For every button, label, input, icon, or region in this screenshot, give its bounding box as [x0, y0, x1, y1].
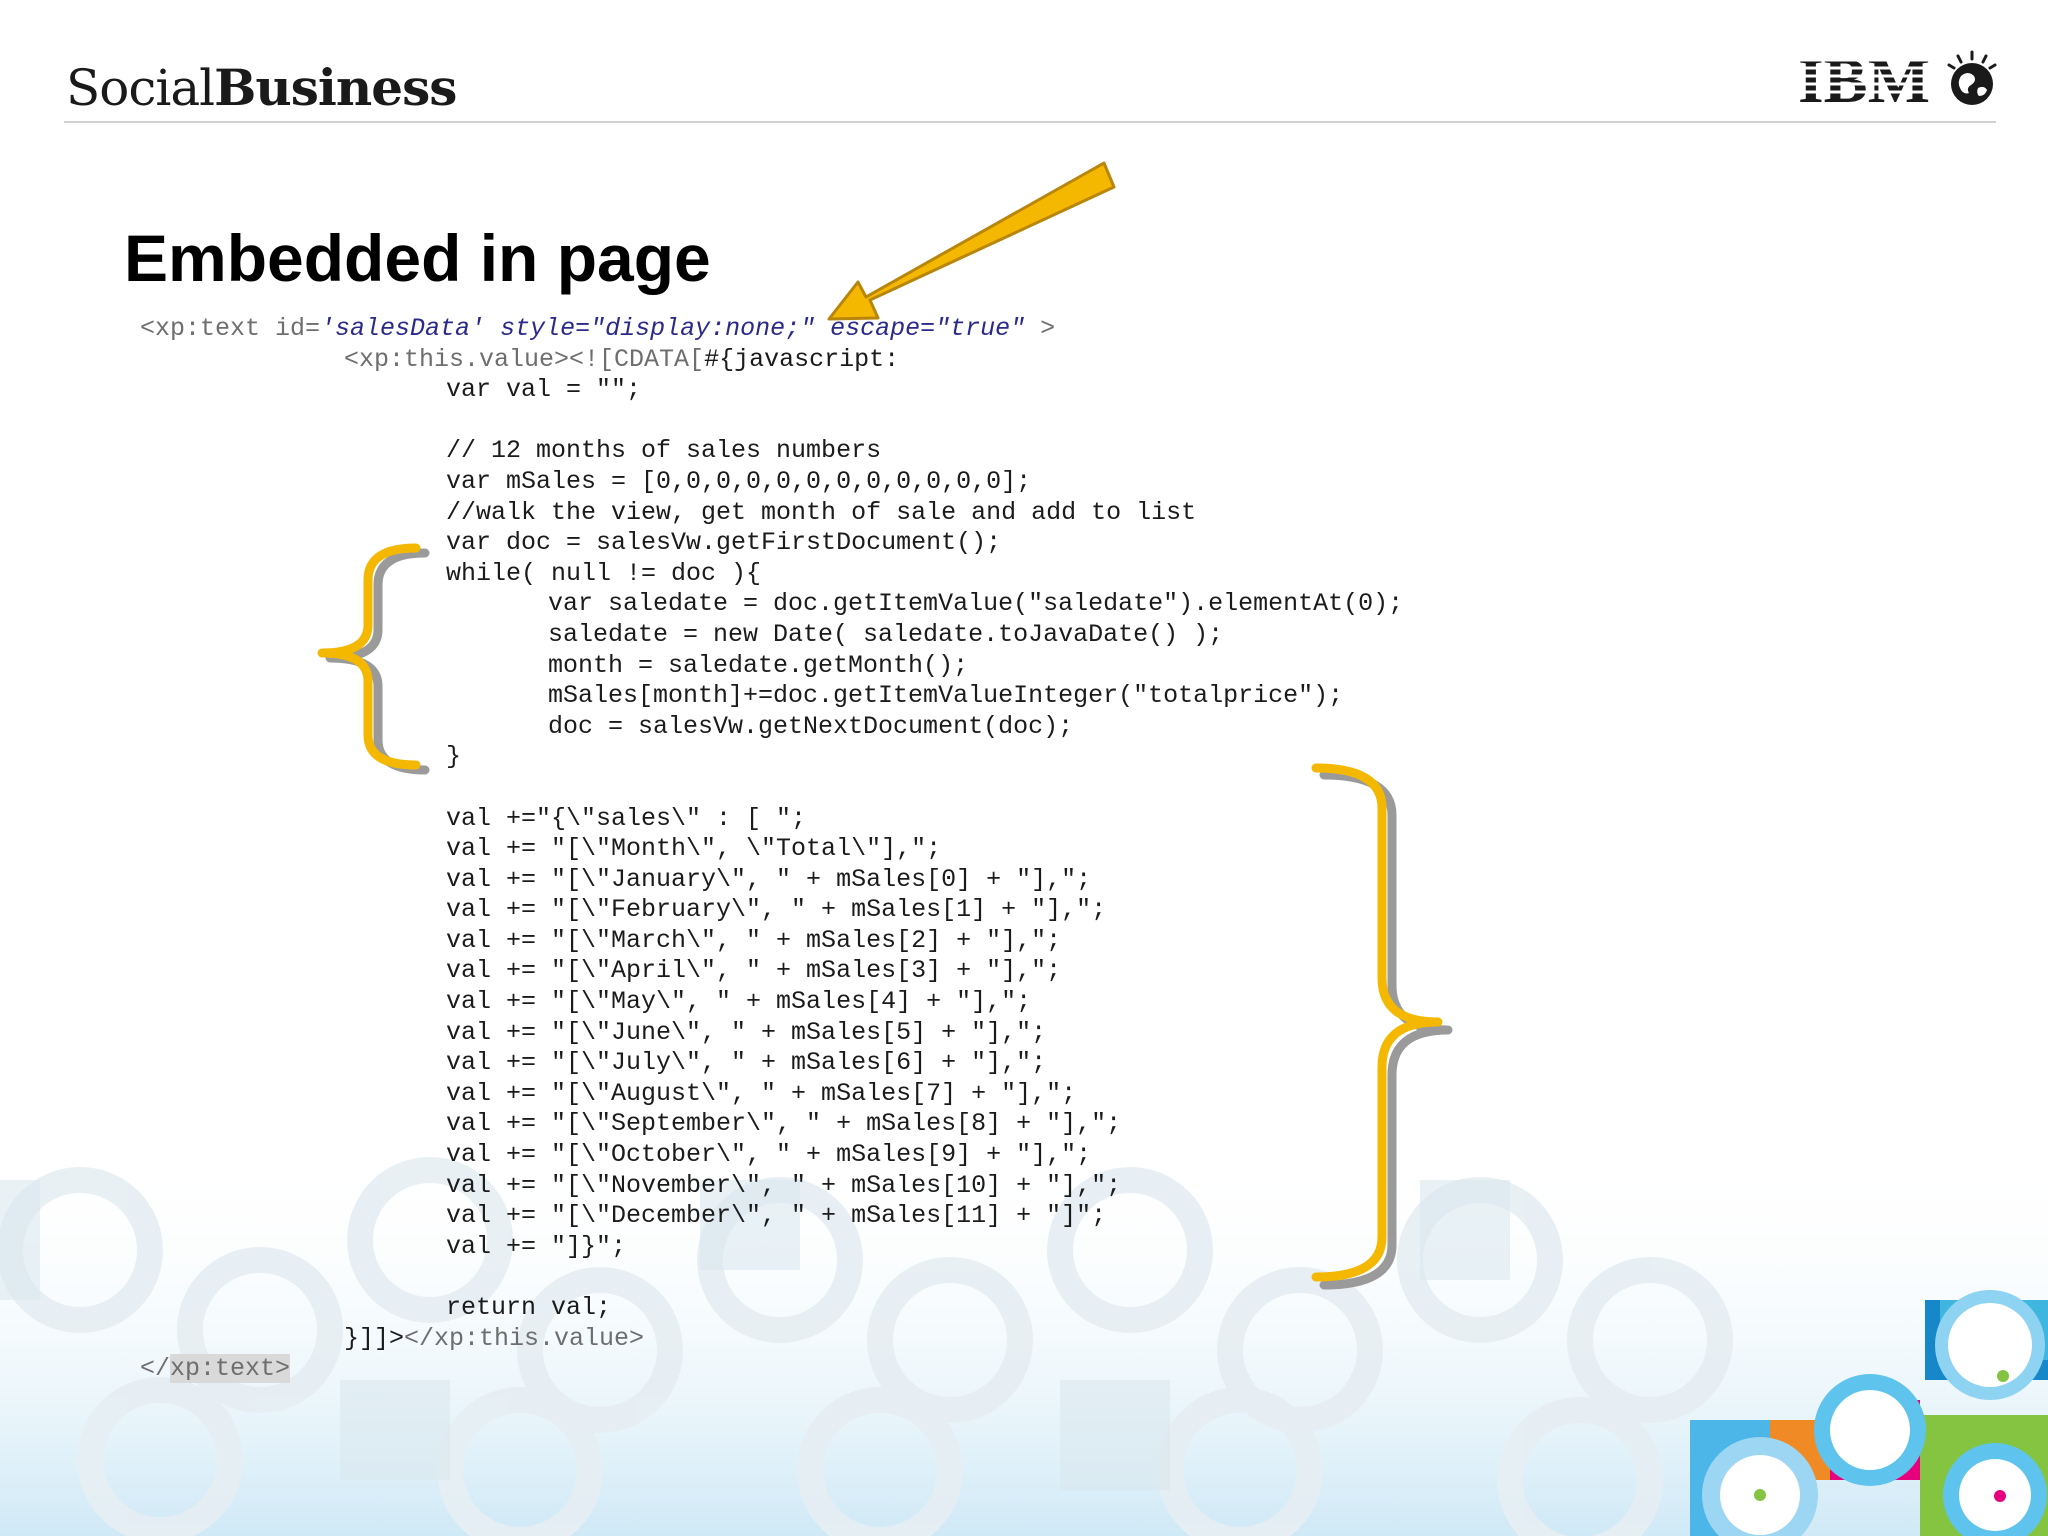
code-line: saledate = new Date( saledate.toJavaDate…	[548, 619, 1224, 649]
code-line: mSales[month]+=doc.getItemValueInteger("…	[548, 681, 1344, 711]
code-line: var mSales = [0,0,0,0,0,0,0,0,0,0,0,0];	[446, 466, 1032, 496]
ibm-logo-icon: IBM	[1798, 50, 1934, 108]
code-line: val += "[\"Month\", \"Total\"],";	[446, 834, 942, 864]
code-line: var val = "";	[446, 375, 642, 405]
code-line: val += "[\"July\", " + mSales[6] + "],";	[446, 1048, 1047, 1078]
brand-wordmark: SocialBusiness	[66, 58, 457, 117]
code-line: val += "[\"October\", " + mSales[9] + "]…	[446, 1140, 1092, 1170]
smarter-planet-globe-icon	[1947, 50, 1997, 105]
brand-bold-text: Business	[214, 58, 457, 117]
code-line: val += "[\"January\", " + mSales[0] + "]…	[446, 864, 1092, 894]
code-line: val += "[\"December\", " + mSales[11] + …	[446, 1201, 1107, 1231]
code-line-xp-text-open: <xp:text id='salesData' style="display:n…	[140, 314, 1403, 345]
xml-this-value-open: <xp:this.value><![CDATA[	[344, 344, 705, 374]
header-divider	[64, 121, 1996, 123]
code-line: val +="{\"sales\" : [ ";	[446, 803, 807, 833]
js-expression-close: }]]>	[344, 1323, 405, 1353]
code-line-this-value-close: }]]></xp:this.value>	[140, 1324, 1403, 1355]
code-line: val += "[\"November\", " + mSales[10] + …	[446, 1170, 1122, 1200]
code-line: doc = salesVw.getNextDocument(doc);	[548, 711, 1074, 741]
xml-tag-close: >	[1025, 314, 1056, 343]
code-line: val += "[\"March\", " + mSales[2] + "],"…	[446, 925, 1062, 955]
brand-light-text: Social	[66, 59, 215, 117]
xml-id-value: 'salesData'	[320, 314, 486, 343]
xml-this-value-close: </xp:this.value>	[404, 1323, 645, 1353]
code-line: var doc = salesVw.getFirstDocument();	[446, 528, 1002, 558]
js-expression-open: #{javascript:	[704, 344, 900, 374]
xml-end-tag-name: xp:text>	[170, 1354, 291, 1384]
code-line: }	[446, 742, 462, 772]
code-line: val += "[\"June\", " + mSales[5] + "],";	[446, 1017, 1047, 1047]
code-line: return val;	[446, 1293, 612, 1322]
code-line: val += "[\"August\", " + mSales[7] + "],…	[446, 1078, 1077, 1108]
code-line-this-value-open: <xp:this.value><![CDATA[#{javascript:	[140, 345, 1403, 376]
code-line: val += "[\"February\", " + mSales[1] + "…	[446, 895, 1107, 925]
slide-title: Embedded in page	[124, 221, 711, 295]
code-line: var saledate = doc.getItemValue("saledat…	[548, 589, 1404, 619]
code-line: //walk the view, get month of sale and a…	[446, 497, 1197, 527]
code-line: val += "[\"May\", " + mSales[4] + "],";	[446, 987, 1032, 1017]
code-line: // 12 months of sales numbers	[446, 436, 882, 466]
code-line: val += "[\"April\", " + mSales[3] + "],"…	[446, 956, 1062, 986]
xml-end-tag-lt: </	[140, 1354, 171, 1384]
code-line: while( null != doc ){	[446, 558, 762, 588]
code-line: month = saledate.getMonth();	[548, 650, 969, 680]
xml-style-attribute: style="display:none;" escape="true"	[485, 314, 1026, 343]
code-line-xp-text-close: </xp:text>	[140, 1354, 1403, 1385]
xml-tag-open: <xp:text id=	[140, 314, 321, 343]
code-listing: <xp:text id='salesData' style="display:n…	[140, 314, 1403, 1385]
code-line: val += "]}";	[446, 1231, 627, 1261]
code-line: val += "[\"September\", " + mSales[8] + …	[446, 1109, 1122, 1139]
